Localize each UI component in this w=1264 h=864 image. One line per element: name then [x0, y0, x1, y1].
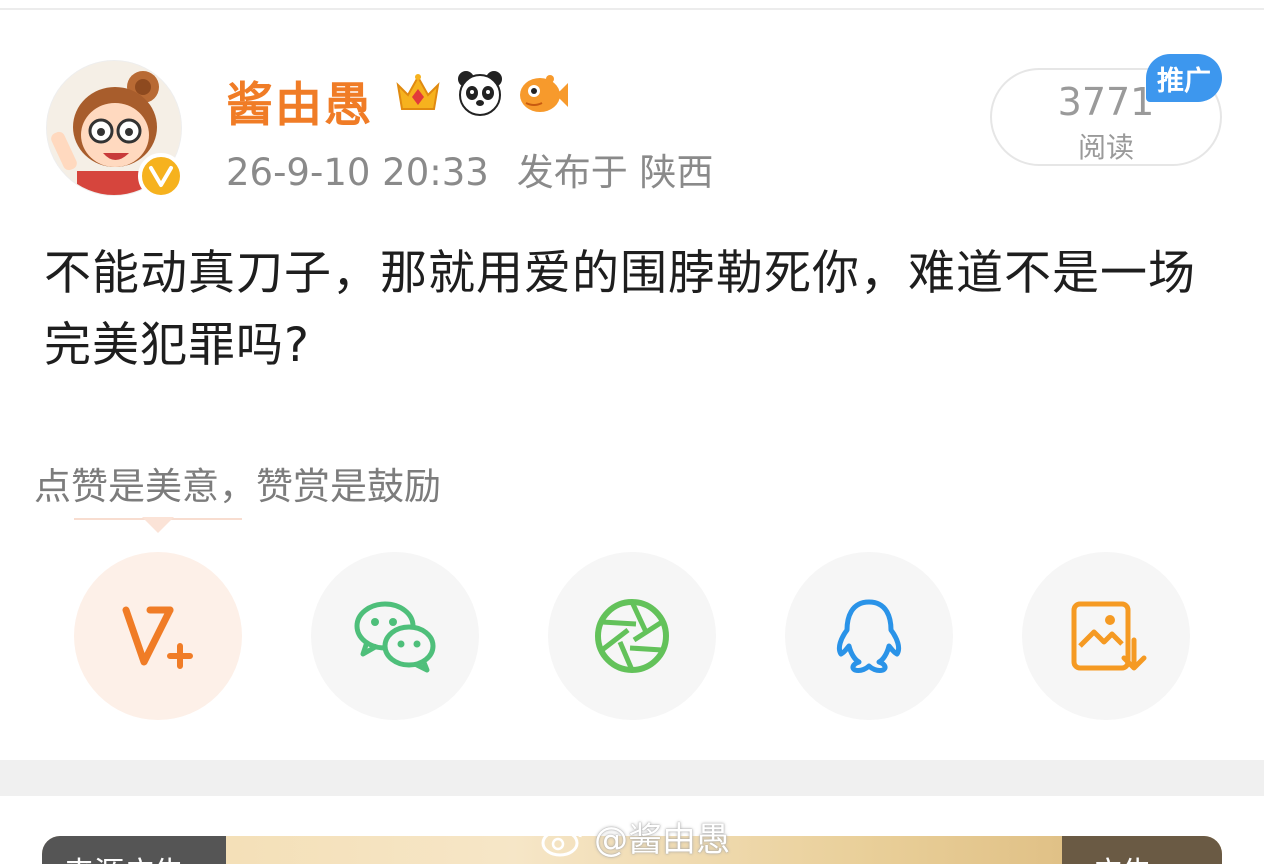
- panda-badge-icon[interactable]: [454, 67, 506, 119]
- vplus-share-button[interactable]: [74, 552, 242, 720]
- fish-badge-icon[interactable]: [516, 67, 568, 119]
- ad-label: 广告: [1062, 836, 1222, 864]
- moments-icon: [595, 599, 669, 673]
- wechat-icon: [354, 601, 436, 673]
- top-divider: [0, 8, 1264, 10]
- wechat-share-button[interactable]: [311, 552, 479, 720]
- post-text: 不能动真刀子，那就用爱的围脖勒死你，难道不是一场完美犯罪吗?: [44, 246, 1196, 373]
- ad-source-label: 来源广告: [42, 836, 226, 864]
- read-count-label: 阅读: [1077, 131, 1134, 164]
- verified-badge: [138, 153, 184, 199]
- qq-share-button[interactable]: [785, 552, 953, 720]
- vplus-icon: [122, 606, 193, 669]
- watermark-text: @酱由愚: [594, 820, 730, 860]
- verified-v-icon: [149, 166, 173, 187]
- tip-pointer: [142, 517, 174, 533]
- save-image-icon: [1071, 601, 1147, 671]
- author-badges: [392, 66, 568, 120]
- section-divider: [0, 760, 1264, 796]
- weibo-logo-icon: [541, 821, 582, 856]
- post-meta: 26-9-10 20:33 发布于 陕西: [226, 142, 742, 196]
- post-location: 发布于 陕西: [516, 151, 714, 194]
- weibo-watermark: @酱由愚: [540, 812, 730, 861]
- author-name[interactable]: 酱由愚: [226, 66, 373, 135]
- qq-icon: [836, 599, 902, 673]
- moments-share-button[interactable]: [548, 552, 716, 720]
- save-image-share-button[interactable]: [1022, 552, 1190, 720]
- crown-badge-icon[interactable]: [392, 67, 444, 119]
- reward-tip: 点赞是美意，赞赏是鼓励: [34, 465, 441, 508]
- post-time: 26-9-10 20:33: [226, 151, 489, 194]
- promote-tag[interactable]: 推广: [1146, 54, 1222, 102]
